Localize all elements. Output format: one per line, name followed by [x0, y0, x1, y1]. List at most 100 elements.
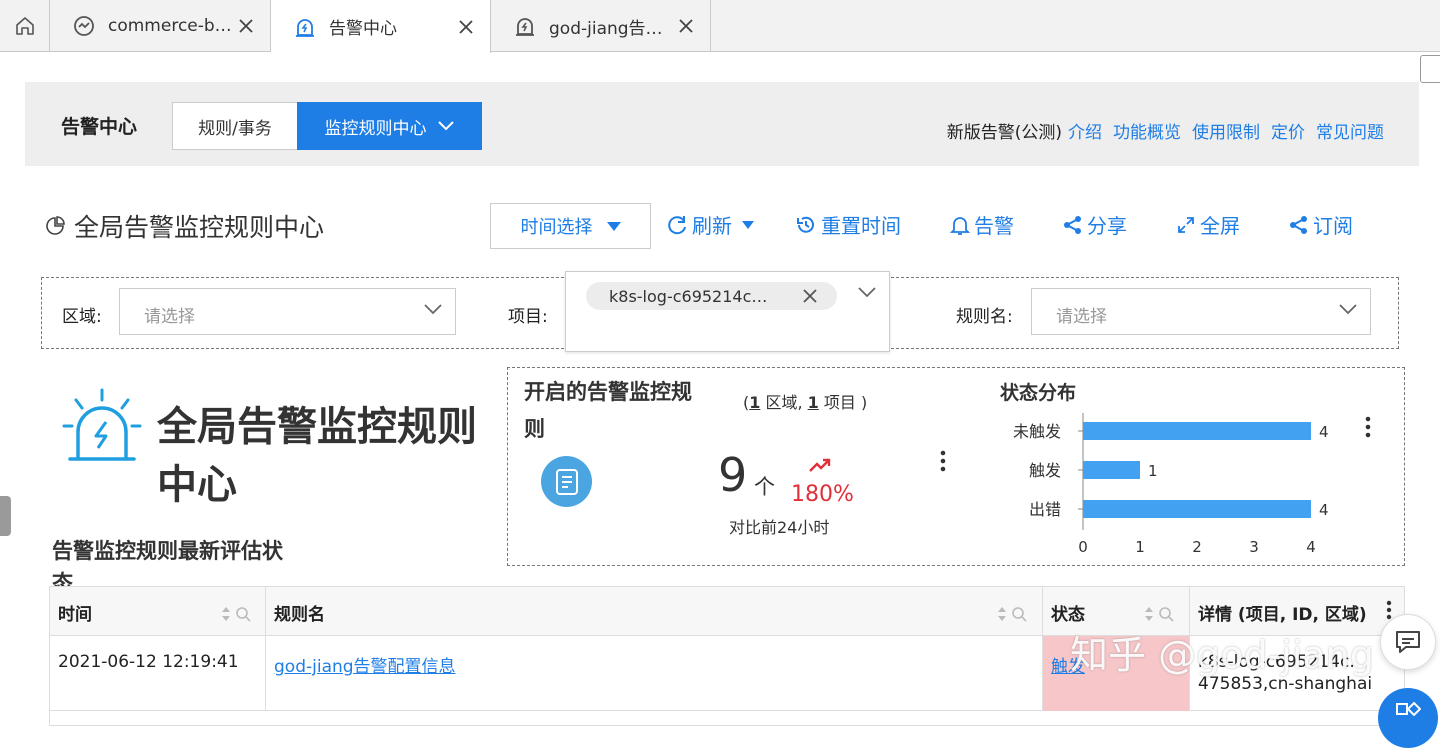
chart-bar: [1083, 422, 1311, 440]
reset-time-button[interactable]: 重置时间: [795, 210, 901, 239]
column-label: 时间: [58, 605, 92, 625]
watermark: 知乎 @god-jiang: [1070, 633, 1374, 677]
close-icon[interactable]: [676, 16, 696, 36]
chevron-down-icon: [858, 287, 876, 298]
segment-label: 监控规则中心: [324, 118, 427, 139]
document-icon: [541, 456, 592, 507]
alert-icon: [296, 18, 314, 37]
intro-link[interactable]: 介绍: [1068, 118, 1102, 143]
beta-notice: 新版告警(公测): [946, 123, 1062, 143]
window-toggle[interactable]: [1420, 55, 1440, 83]
change-percent: 180%: [791, 482, 854, 507]
chart-x-tick-label: 2: [1192, 538, 1202, 556]
chart-x-tick-label: 1: [1135, 538, 1145, 556]
more-vertical-icon[interactable]: [1386, 600, 1392, 620]
trend-up-icon: [809, 458, 831, 472]
history-icon: [797, 216, 814, 233]
subscribe-button[interactable]: 订阅: [1289, 210, 1353, 239]
chevron-down-icon: [437, 121, 454, 131]
fullscreen-label: 全屏: [1200, 214, 1240, 238]
chart-category-label: 出错: [1029, 500, 1061, 519]
rule-cell: god-jiang告警配置信息: [266, 636, 1043, 711]
side-collapse-handle[interactable]: [0, 496, 11, 536]
project-count[interactable]: 1: [808, 393, 819, 412]
share-label: 分享: [1087, 214, 1127, 238]
project-tag: k8s-log-c695214c…: [586, 282, 837, 310]
assistant-button[interactable]: [1378, 688, 1438, 748]
chat-icon: [1396, 631, 1420, 653]
rule-placeholder: 请选择: [1056, 307, 1107, 327]
header-links: 新版告警(公测) 介绍 功能概览 使用限制 定价 常见问题: [947, 118, 1384, 143]
region-placeholder: 请选择: [144, 307, 195, 327]
refresh-button[interactable]: 刷新: [666, 210, 754, 239]
page-title-text: 全局告警监控规则中心: [74, 213, 325, 242]
rule-count: 9: [718, 448, 748, 502]
close-icon[interactable]: [456, 17, 476, 37]
scope-region-text: 区域,: [760, 393, 808, 412]
segment-label: 规则/事务: [198, 118, 272, 139]
close-icon[interactable]: [801, 287, 819, 305]
siren-icon: [62, 388, 142, 461]
tab-god-jiang[interactable]: god-jiang告…: [491, 0, 711, 52]
more-vertical-icon[interactable]: [940, 450, 946, 472]
stats-title: 开启的告警监控规则: [524, 380, 692, 441]
monitor-rule-center-tab[interactable]: 监控规则中心: [297, 102, 482, 150]
rule-link[interactable]: god-jiang告警配置信息: [274, 652, 456, 677]
time-select-button[interactable]: 时间选择: [490, 203, 651, 249]
alert-label: 告警: [974, 214, 1014, 238]
region-select[interactable]: 请选择: [119, 288, 456, 335]
distribution-title: 状态分布: [1000, 382, 1077, 404]
more-vertical-icon[interactable]: [1365, 416, 1371, 438]
sort-search-icon[interactable]: [996, 605, 1032, 623]
column-label: 状态: [1051, 605, 1085, 625]
tab-label: commerce-b…: [108, 16, 232, 36]
limits-link[interactable]: 使用限制: [1192, 118, 1260, 143]
chart-value-label: 4: [1319, 501, 1329, 519]
alert-button[interactable]: 告警: [950, 210, 1014, 239]
sort-search-icon[interactable]: [1143, 605, 1179, 623]
chart-x-tick-label: 4: [1306, 538, 1316, 556]
tab-bar: commerce-b… 告警中心 god-jiang告…: [0, 0, 1440, 53]
column-label: 详情 (项目, ID, 区域): [1198, 605, 1367, 625]
share-button[interactable]: 分享: [1063, 210, 1127, 239]
alert-icon: [516, 18, 534, 36]
home-tab[interactable]: [0, 0, 50, 52]
scope-project-text: 项目 ): [818, 393, 868, 412]
refresh-label: 刷新: [692, 214, 732, 238]
rule-name-label: 规则名:: [956, 307, 1013, 327]
column-header-rule[interactable]: 规则名: [266, 587, 1043, 636]
subscribe-label: 订阅: [1313, 214, 1353, 238]
column-header-time[interactable]: 时间: [50, 587, 266, 636]
caret-down-icon: [742, 220, 754, 229]
share-icon: [1064, 215, 1081, 234]
pie-chart-icon: [46, 216, 65, 235]
time-cell: 2021-06-12 12:19:41: [50, 636, 266, 711]
app-title: 告警中心: [61, 116, 138, 138]
region-label: 区域:: [62, 307, 102, 327]
tab-commerce[interactable]: commerce-b…: [50, 0, 271, 52]
reset-time-label: 重置时间: [821, 214, 901, 238]
chart-value-label: 4: [1319, 423, 1329, 441]
widget-icon: [1396, 702, 1421, 716]
chart-x-tick-label: 3: [1249, 538, 1259, 556]
fullscreen-button[interactable]: 全屏: [1176, 210, 1240, 239]
sort-search-icon[interactable]: [220, 605, 256, 623]
feedback-button[interactable]: [1380, 614, 1436, 670]
stats-panel: 开启的告警监控规则 (1 区域, 1 项目 ) 9 个 180% 对比前24小时…: [507, 367, 1405, 566]
time-value: 2021-06-12 12:19:41: [58, 652, 239, 672]
region-count[interactable]: 1: [749, 393, 760, 412]
pricing-link[interactable]: 定价: [1271, 118, 1305, 143]
expand-icon: [1178, 216, 1194, 233]
overview-link[interactable]: 功能概览: [1113, 118, 1181, 143]
tab-alert-center[interactable]: 告警中心: [271, 0, 491, 53]
page-title: 全局告警监控规则中心: [44, 208, 324, 244]
header-band: 告警中心 规则/事务 监控规则中心 新版告警(公测) 介绍 功能概览 使用限制 …: [25, 82, 1419, 166]
chart-value-label: 1: [1148, 462, 1158, 480]
home-icon: [15, 17, 34, 35]
rule-name-select[interactable]: 请选择: [1031, 288, 1371, 335]
project-select[interactable]: k8s-log-c695214c…: [565, 271, 890, 352]
rules-events-tab[interactable]: 规则/事务: [172, 102, 298, 150]
close-icon[interactable]: [236, 16, 256, 36]
faq-link[interactable]: 常见问题: [1316, 118, 1384, 143]
caret-down-icon: [606, 221, 621, 231]
